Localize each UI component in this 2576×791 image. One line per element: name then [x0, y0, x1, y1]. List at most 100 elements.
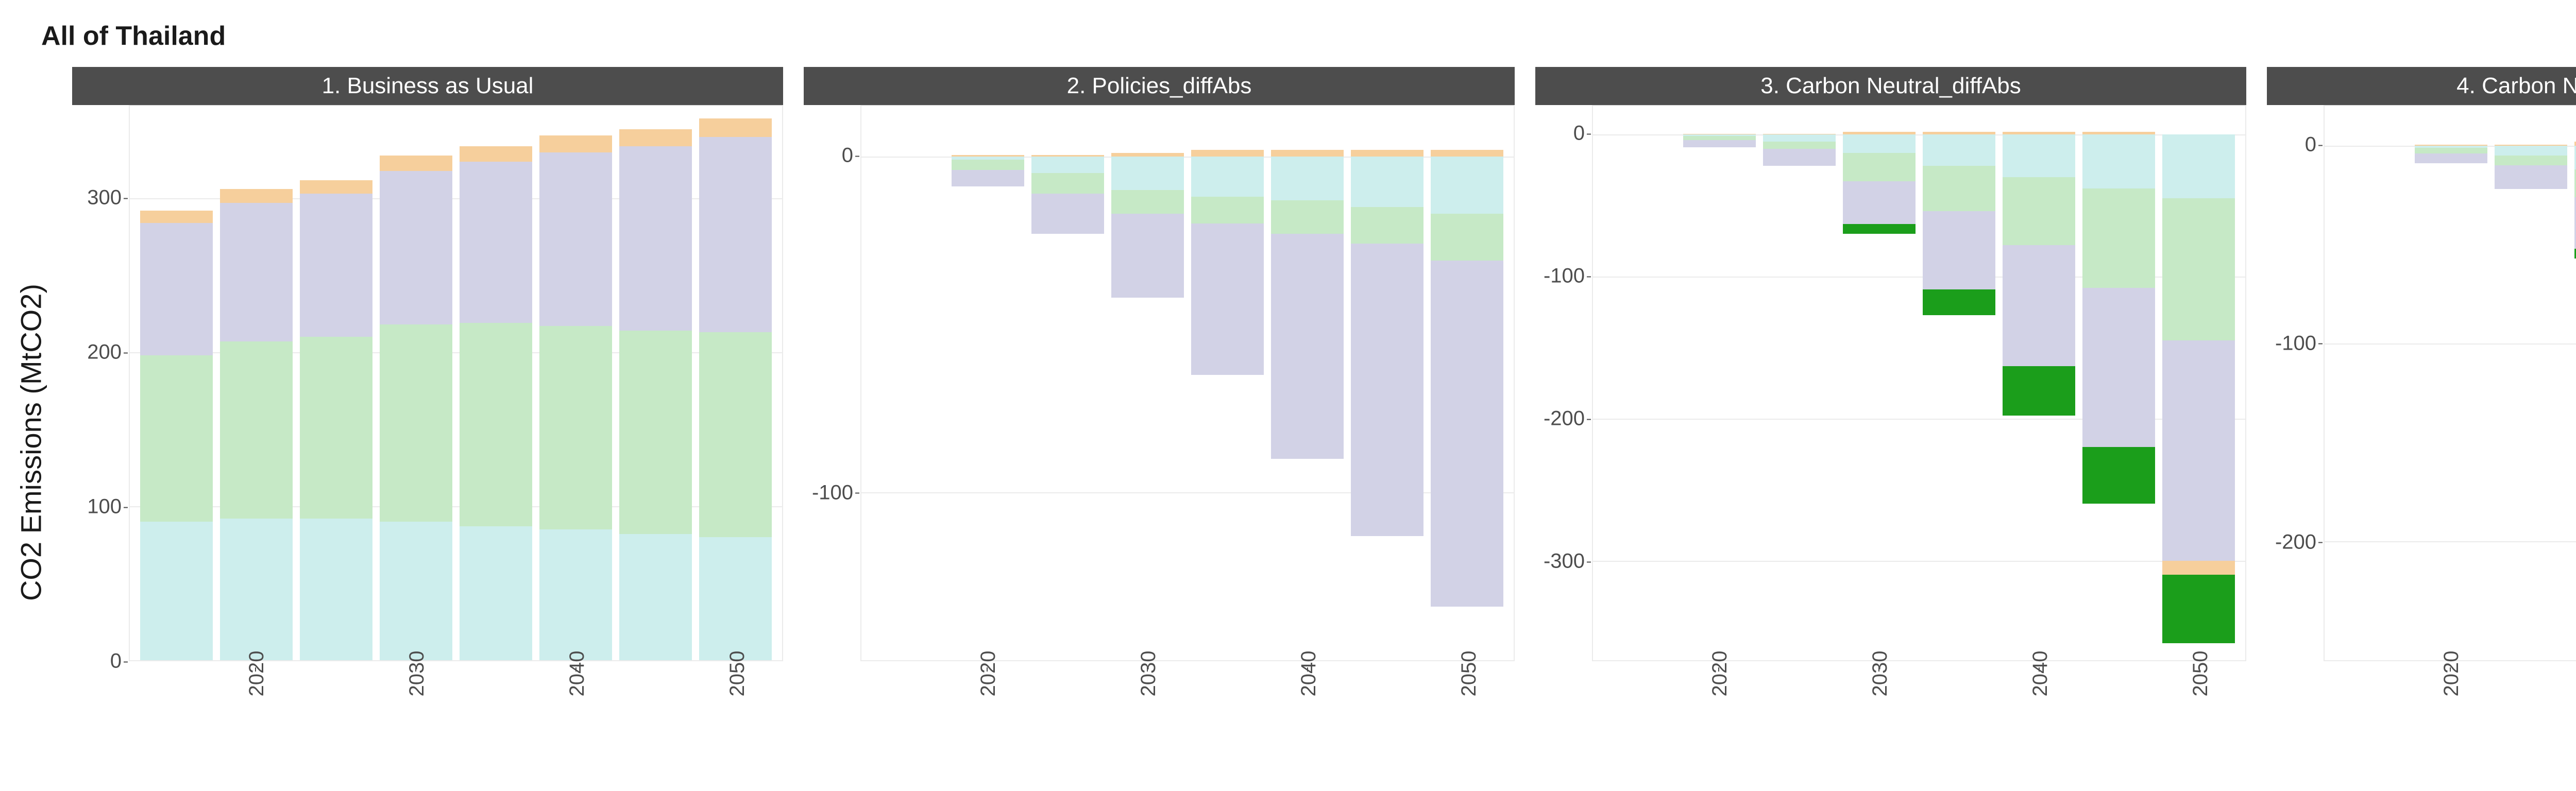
seg-industry [2082, 188, 2155, 288]
bar-pos [300, 180, 372, 660]
plot-wrap: -300-200-1000 [1535, 105, 2246, 661]
y-tick: 300 [87, 186, 122, 210]
seg-industry [2495, 156, 2567, 165]
seg-industry [952, 160, 1024, 170]
seg-industry [1191, 197, 1264, 223]
bar-neg [1191, 157, 1264, 375]
x-tick-slot [2333, 667, 2408, 750]
seg-electricity [460, 162, 532, 323]
bar-col-2015 [871, 106, 945, 660]
x-tick-slot [459, 667, 534, 750]
bar-neg [1351, 157, 1423, 536]
yaxis-label: CO2 Emissions (MtCO2) [14, 284, 48, 601]
seg-electricity [220, 203, 293, 341]
panel-policies: 2. Policies_diffAbs-10002020203020402050 [804, 67, 1515, 750]
seg-beccs [1923, 289, 1995, 315]
plot-area [2324, 105, 2576, 661]
bar-col-2040 [538, 106, 613, 660]
bar-pos [1191, 150, 1264, 157]
seg-transportation [539, 529, 612, 660]
seg-electricity [1351, 244, 1423, 536]
bar-col-2050 [1430, 106, 1504, 660]
bar-col-2030 [2573, 106, 2576, 660]
y-tick: 0 [842, 144, 853, 167]
seg-beccs [2003, 366, 2075, 416]
bar-col-2035 [459, 106, 533, 660]
x-tick-slot: 2030 [1842, 667, 1917, 750]
y-tick: 0 [110, 650, 122, 673]
bar-col-2045 [1350, 106, 1425, 660]
bar-pos [460, 146, 532, 660]
seg-transportation [1431, 157, 1503, 214]
bar-col-2025 [2494, 106, 2568, 660]
plot-area [1592, 105, 2246, 661]
seg-electricity [1111, 214, 1184, 298]
x-tick-label: 2020 [245, 651, 268, 697]
seg-transportation [460, 526, 532, 660]
seg-industry [380, 324, 452, 522]
seg-beccs [2082, 447, 2155, 504]
bar-neg [952, 157, 1024, 187]
bar-pos [1431, 150, 1503, 157]
seg-transportation [380, 522, 452, 660]
seg-transportation [2003, 134, 2075, 177]
x-tick-slot: 2040 [1270, 667, 1346, 750]
y-axis: 0100200300 [72, 105, 129, 661]
seg-industry [1763, 142, 1836, 149]
bar-pos [539, 135, 612, 660]
seg-transportation [1763, 134, 1836, 142]
seg-buildings [380, 156, 452, 171]
seg-transportation [699, 537, 772, 660]
seg-transportation [619, 534, 692, 660]
y-tick: -200 [2275, 530, 2316, 554]
x-tick-slot: 2050 [2162, 667, 2238, 750]
x-tick-slot: 2040 [539, 667, 614, 750]
seg-buildings [539, 135, 612, 152]
bar-col-2035 [1190, 106, 1265, 660]
bar-neg [1763, 134, 1836, 166]
seg-beccs [2162, 575, 2235, 643]
bar-pos [380, 156, 452, 660]
seg-electricity [1431, 261, 1503, 607]
bar-pos [220, 189, 293, 660]
bar-col-2020 [1682, 106, 1757, 660]
seg-industry [699, 332, 772, 537]
bars [861, 106, 1514, 660]
seg-industry [1271, 200, 1344, 234]
seg-electricity [300, 194, 372, 337]
seg-industry [2162, 198, 2235, 340]
x-tick-slot: 2050 [1431, 667, 1506, 750]
y-axis: -200-1000 [2267, 105, 2324, 661]
seg-electricity [380, 171, 452, 325]
seg-transportation [1923, 134, 1995, 166]
seg-transportation [1111, 157, 1184, 190]
seg-buildings [2162, 561, 2235, 575]
x-tick-slot [1190, 667, 1265, 750]
x-tick-slot [138, 667, 213, 750]
x-tick-label: 2050 [2189, 651, 2212, 697]
panels: 1. Business as Usual01002003002020203020… [72, 67, 2576, 750]
x-tick-label: 2040 [566, 651, 589, 697]
seg-industry [1351, 207, 1423, 244]
seg-electricity [1271, 234, 1344, 459]
page-title: All of Thailand [41, 21, 2576, 51]
bar-pos [140, 211, 213, 660]
facet-strip: 3. Carbon Neutral_diffAbs [1535, 67, 2246, 105]
bar-pos [619, 129, 692, 660]
x-tick-slot [2493, 667, 2568, 750]
seg-transportation [1031, 157, 1104, 174]
seg-transportation [1191, 157, 1264, 197]
bar-neg [1031, 157, 1104, 234]
x-tick-slot [870, 667, 945, 750]
seg-buildings [1431, 150, 1503, 157]
bar-col-2050 [698, 106, 773, 660]
seg-industry [619, 331, 692, 534]
seg-buildings [1191, 150, 1264, 157]
x-axis: 2020203020402050 [2324, 661, 2576, 750]
bar-neg [2082, 134, 2155, 504]
x-tick-label: 2040 [1297, 651, 1320, 697]
bar-pos [1271, 150, 1344, 157]
seg-transportation [2082, 134, 2155, 188]
seg-electricity [699, 137, 772, 333]
seg-transportation [2495, 146, 2567, 156]
